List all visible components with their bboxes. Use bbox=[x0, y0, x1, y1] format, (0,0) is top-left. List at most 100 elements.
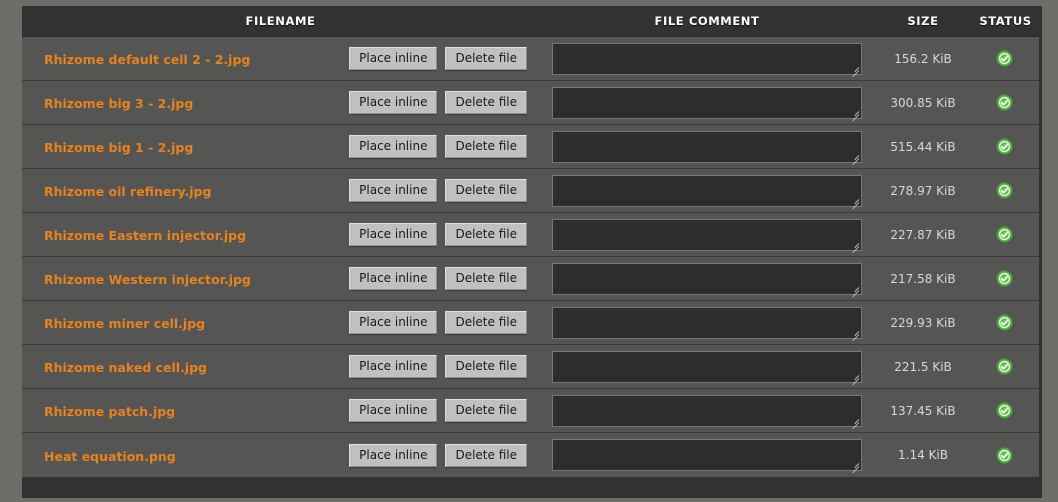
cell-size: 221.5 KiB bbox=[894, 359, 952, 374]
cell-size: 300.85 KiB bbox=[890, 95, 956, 110]
green-check-circle-icon bbox=[996, 50, 1013, 67]
table-row: Rhizome default cell 2 - 2.jpg Place inl… bbox=[22, 37, 1039, 81]
file-comment-box bbox=[552, 394, 862, 429]
cell-file-comment bbox=[537, 218, 877, 253]
file-comment-input[interactable] bbox=[553, 395, 861, 426]
place-inline-button[interactable]: Place inline bbox=[349, 135, 438, 158]
cell-size: 515.44 KiB bbox=[890, 139, 956, 154]
file-comment-box bbox=[552, 174, 862, 209]
cell-size: 278.97 KiB bbox=[890, 183, 956, 198]
green-check-circle-icon bbox=[996, 182, 1013, 199]
delete-file-button[interactable]: Delete file bbox=[445, 355, 527, 378]
cell-filename: Rhizome Western injector.jpg bbox=[22, 269, 362, 288]
place-inline-button[interactable]: Place inline bbox=[349, 443, 438, 467]
place-inline-button[interactable]: Place inline bbox=[349, 355, 438, 378]
cell-file-comment bbox=[537, 174, 877, 209]
column-header-size: SIZE bbox=[907, 14, 939, 28]
delete-file-button[interactable]: Delete file bbox=[445, 91, 527, 114]
cell-actions: Place inline Delete file bbox=[349, 223, 537, 246]
file-comment-box bbox=[552, 130, 862, 165]
cell-status bbox=[969, 50, 1039, 67]
cell-actions: Place inline Delete file bbox=[349, 267, 537, 290]
cell-status bbox=[969, 182, 1039, 199]
delete-file-button[interactable]: Delete file bbox=[445, 267, 527, 290]
file-comment-input[interactable] bbox=[553, 307, 861, 338]
delete-file-button[interactable]: Delete file bbox=[445, 179, 527, 202]
place-inline-button[interactable]: Place inline bbox=[349, 399, 438, 422]
cell-actions: Place inline Delete file bbox=[349, 399, 537, 422]
file-comment-box bbox=[552, 42, 862, 77]
file-comment-input[interactable] bbox=[553, 175, 861, 206]
attachment-filename-link[interactable]: Heat equation.png bbox=[44, 449, 176, 464]
attachment-filename-link[interactable]: Rhizome big 1 - 2.jpg bbox=[44, 140, 193, 155]
cell-file-comment bbox=[537, 439, 877, 474]
attachment-filename-link[interactable]: Rhizome patch.jpg bbox=[44, 404, 175, 419]
cell-file-comment bbox=[537, 306, 877, 341]
delete-file-button[interactable]: Delete file bbox=[445, 47, 527, 70]
cell-filename: Rhizome patch.jpg bbox=[22, 401, 362, 420]
delete-file-button[interactable]: Delete file bbox=[445, 443, 527, 467]
attachment-filename-link[interactable]: Rhizome big 3 - 2.jpg bbox=[44, 96, 193, 111]
cell-size: 156.2 KiB bbox=[894, 51, 952, 66]
attachment-filename-link[interactable]: Rhizome Western injector.jpg bbox=[44, 272, 251, 287]
green-check-circle-icon bbox=[996, 402, 1013, 419]
attachment-filename-link[interactable]: Rhizome miner cell.jpg bbox=[44, 316, 205, 331]
cell-actions: Place inline Delete file bbox=[349, 47, 537, 70]
cell-status bbox=[969, 358, 1039, 375]
attachment-table-body: Rhizome default cell 2 - 2.jpg Place inl… bbox=[22, 36, 1039, 477]
place-inline-button[interactable]: Place inline bbox=[349, 179, 438, 202]
place-inline-button[interactable]: Place inline bbox=[349, 311, 438, 334]
place-inline-button[interactable]: Place inline bbox=[349, 223, 438, 246]
delete-file-button[interactable]: Delete file bbox=[445, 399, 527, 422]
column-header-file-comment: FILE COMMENT bbox=[654, 14, 760, 28]
cell-file-comment bbox=[537, 350, 877, 385]
table-row: Rhizome Eastern injector.jpg Place inlin… bbox=[22, 213, 1039, 257]
table-row: Rhizome big 1 - 2.jpg Place inline Delet… bbox=[22, 125, 1039, 169]
table-row: Rhizome Western injector.jpg Place inlin… bbox=[22, 257, 1039, 301]
file-comment-box bbox=[552, 218, 862, 253]
cell-size: 137.45 KiB bbox=[890, 403, 956, 418]
green-check-circle-icon bbox=[996, 447, 1013, 464]
table-row: Rhizome big 3 - 2.jpg Place inline Delet… bbox=[22, 81, 1039, 125]
delete-file-button[interactable]: Delete file bbox=[445, 311, 527, 334]
attachment-filename-link[interactable]: Rhizome oil refinery.jpg bbox=[44, 184, 211, 199]
attachment-list-panel: FILENAME FILE COMMENT SIZE STATUS Rhizom… bbox=[22, 6, 1042, 498]
cell-filename: Rhizome naked cell.jpg bbox=[22, 357, 362, 376]
file-comment-input[interactable] bbox=[553, 440, 861, 470]
file-comment-input[interactable] bbox=[553, 219, 861, 250]
file-comment-input[interactable] bbox=[553, 351, 861, 382]
cell-status bbox=[969, 447, 1039, 464]
cell-filename: Rhizome big 1 - 2.jpg bbox=[22, 137, 362, 156]
column-header-filename: FILENAME bbox=[245, 14, 316, 28]
cell-filename: Rhizome big 3 - 2.jpg bbox=[22, 93, 362, 112]
file-comment-input[interactable] bbox=[553, 87, 861, 118]
delete-file-button[interactable]: Delete file bbox=[445, 135, 527, 158]
place-inline-button[interactable]: Place inline bbox=[349, 91, 438, 114]
table-row: Rhizome miner cell.jpg Place inline Dele… bbox=[22, 301, 1039, 345]
cell-actions: Place inline Delete file bbox=[349, 91, 537, 114]
cell-status bbox=[969, 402, 1039, 419]
place-inline-button[interactable]: Place inline bbox=[349, 47, 438, 70]
file-comment-input[interactable] bbox=[553, 43, 861, 74]
file-comment-input[interactable] bbox=[553, 263, 861, 294]
column-header-status: STATUS bbox=[979, 14, 1032, 28]
delete-file-button[interactable]: Delete file bbox=[445, 223, 527, 246]
table-header-row: FILENAME FILE COMMENT SIZE STATUS bbox=[22, 6, 1042, 36]
cell-status bbox=[969, 226, 1039, 243]
table-row: Rhizome patch.jpg Place inline Delete fi… bbox=[22, 389, 1039, 433]
cell-file-comment bbox=[537, 86, 877, 121]
attachment-filename-link[interactable]: Rhizome Eastern injector.jpg bbox=[44, 228, 246, 243]
cell-actions: Place inline Delete file bbox=[349, 179, 537, 202]
place-inline-button[interactable]: Place inline bbox=[349, 267, 438, 290]
cell-file-comment bbox=[537, 394, 877, 429]
attachment-filename-link[interactable]: Rhizome naked cell.jpg bbox=[44, 360, 207, 375]
file-comment-box bbox=[552, 439, 862, 474]
file-comment-input[interactable] bbox=[553, 131, 861, 162]
cell-file-comment bbox=[537, 130, 877, 165]
cell-status bbox=[969, 314, 1039, 331]
cell-file-comment bbox=[537, 262, 877, 297]
green-check-circle-icon bbox=[996, 358, 1013, 375]
cell-size: 227.87 KiB bbox=[890, 227, 956, 242]
attachment-filename-link[interactable]: Rhizome default cell 2 - 2.jpg bbox=[44, 52, 250, 67]
cell-filename: Rhizome default cell 2 - 2.jpg bbox=[22, 49, 362, 68]
